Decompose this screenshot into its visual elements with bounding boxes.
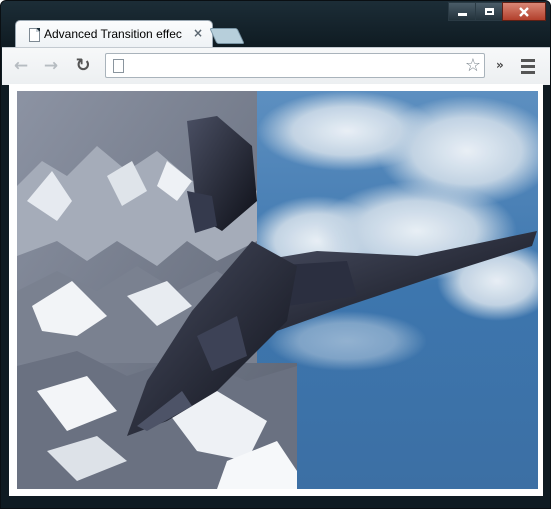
tab-title: Advanced Transition effec — [44, 27, 182, 41]
maximize-icon — [484, 8, 494, 15]
transition-image — [17, 91, 538, 489]
new-tab-button[interactable] — [209, 28, 245, 44]
page-content — [9, 84, 543, 498]
hamburger-menu-icon[interactable] — [521, 59, 535, 77]
forward-button[interactable]: → — [40, 55, 62, 77]
tab-strip: Advanced Transition effec × — [1, 1, 550, 48]
address-bar[interactable]: ☆ — [105, 53, 485, 78]
back-button[interactable]: ← — [10, 55, 32, 77]
extensions-overflow-button[interactable]: » — [496, 58, 504, 72]
window-frame-bottom — [1, 496, 550, 508]
minimize-button[interactable] — [448, 2, 476, 21]
page-icon — [29, 28, 40, 42]
minimize-icon — [457, 13, 467, 16]
page-icon — [113, 59, 124, 73]
reload-button[interactable]: ↻ — [72, 55, 94, 77]
tab-active[interactable]: Advanced Transition effec × — [15, 20, 213, 48]
window-controls — [448, 2, 546, 21]
close-tab-icon[interactable]: × — [191, 26, 205, 40]
address-input[interactable] — [130, 56, 454, 77]
browser-window: Advanced Transition effec × ← → ↻ ☆ » — [0, 0, 551, 509]
maximize-button[interactable] — [475, 2, 503, 21]
close-icon — [519, 6, 529, 17]
transition-image-stage — [17, 91, 538, 489]
close-window-button[interactable] — [502, 2, 546, 21]
toolbar: ← → ↻ ☆ » — [2, 47, 550, 85]
star-icon[interactable]: ☆ — [465, 55, 481, 77]
